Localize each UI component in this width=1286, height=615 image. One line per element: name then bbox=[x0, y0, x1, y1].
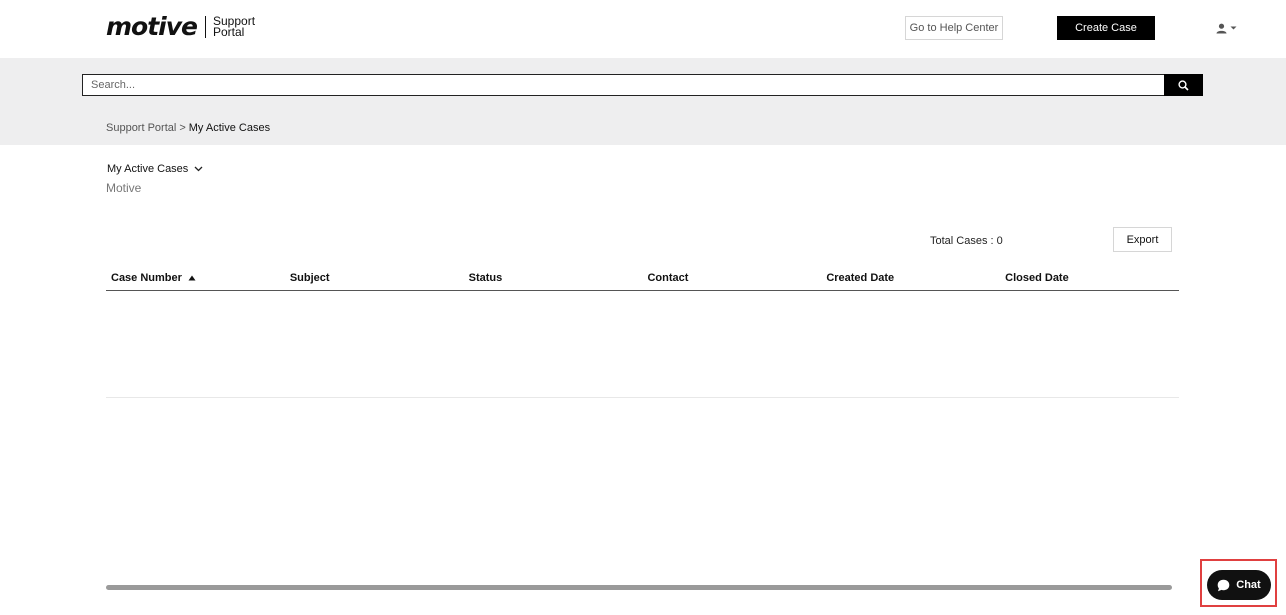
column-header-closed-date[interactable]: Closed Date bbox=[1000, 266, 1179, 290]
horizontal-scrollbar[interactable] bbox=[106, 585, 1172, 590]
account-name: Motive bbox=[106, 181, 142, 195]
column-header-status[interactable]: Status bbox=[464, 266, 643, 290]
chat-bubble-icon bbox=[1217, 579, 1230, 591]
top-header: motive Support Portal Go to Help Center … bbox=[0, 0, 1286, 58]
create-case-button[interactable]: Create Case bbox=[1057, 16, 1155, 40]
search-button[interactable] bbox=[1164, 74, 1203, 96]
search-icon bbox=[1178, 79, 1189, 91]
list-view-title: My Active Cases bbox=[107, 163, 189, 175]
column-header-case-number[interactable]: Case Number bbox=[106, 266, 285, 290]
user-menu[interactable] bbox=[1216, 20, 1238, 36]
breadcrumb-separator: > bbox=[179, 122, 186, 134]
chevron-down-icon bbox=[194, 166, 203, 172]
search-input[interactable]: Search... bbox=[82, 74, 1165, 96]
column-header-subject[interactable]: Subject bbox=[285, 266, 464, 290]
search-band: Search... Support Portal > My Active Cas… bbox=[0, 58, 1286, 145]
logo-divider bbox=[205, 16, 206, 38]
table-bottom-divider bbox=[106, 397, 1179, 398]
logo-subtitle: Support Portal bbox=[213, 15, 255, 39]
breadcrumb: Support Portal > My Active Cases bbox=[106, 122, 270, 134]
list-view-selector[interactable]: My Active Cases bbox=[107, 163, 203, 175]
chat-label: Chat bbox=[1236, 579, 1261, 591]
logo-subtitle-line2: Portal bbox=[213, 25, 245, 39]
column-header-created-date[interactable]: Created Date bbox=[821, 266, 1000, 290]
total-cases-count: Total Cases : 0 bbox=[930, 235, 1003, 247]
column-header-contact[interactable]: Contact bbox=[642, 266, 821, 290]
caret-down-icon bbox=[1230, 26, 1237, 30]
cases-table-header: Case Number Subject Status Contact Creat… bbox=[106, 266, 1179, 291]
motive-logo[interactable]: motive Support Portal bbox=[106, 14, 255, 40]
user-icon bbox=[1216, 23, 1227, 33]
breadcrumb-current: My Active Cases bbox=[188, 122, 271, 134]
chat-button[interactable]: Chat bbox=[1207, 570, 1271, 600]
breadcrumb-support-portal[interactable]: Support Portal bbox=[106, 122, 176, 134]
help-center-button[interactable]: Go to Help Center bbox=[905, 16, 1003, 40]
sort-ascending-icon bbox=[188, 275, 196, 281]
logo-wordmark: motive bbox=[106, 12, 198, 41]
column-header-label: Case Number bbox=[111, 272, 182, 284]
export-button[interactable]: Export bbox=[1113, 227, 1172, 252]
